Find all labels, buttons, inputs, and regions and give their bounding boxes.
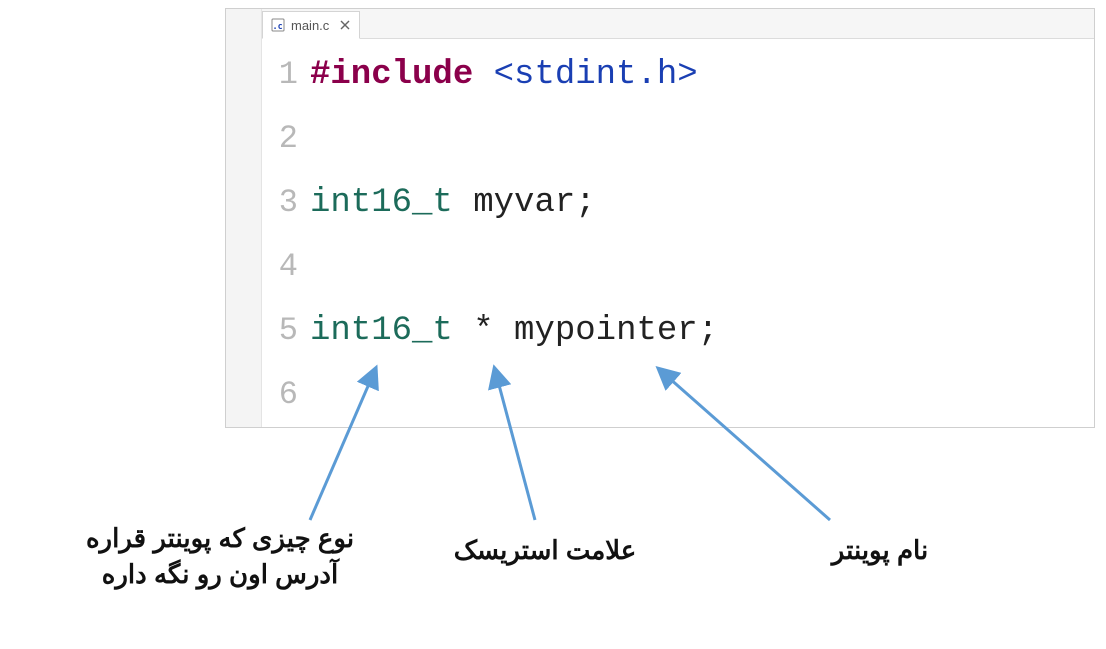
tab-main-c[interactable]: .c main.c	[262, 11, 360, 39]
code-token: <stdint.h>	[494, 56, 698, 94]
line-number: 1	[262, 43, 310, 107]
c-file-icon: .c	[271, 18, 285, 32]
line-number: 2	[262, 107, 310, 171]
code-token	[473, 56, 493, 94]
code-token: myvar	[473, 184, 575, 222]
code-token	[494, 312, 514, 350]
code-token: int16_t	[310, 312, 453, 350]
annotation-label-type: نوع چیزی که پوینتر قراره آدرس اون رو نگه…	[70, 520, 370, 593]
code-token	[453, 312, 473, 350]
code-token: *	[473, 312, 493, 350]
code-content: int16_t * mypointer;	[310, 299, 718, 363]
code-row: 4	[262, 235, 1094, 299]
code-row: 6	[262, 363, 1094, 427]
stage: .c main.c 1#include <stdint.h>23int16_t …	[0, 0, 1106, 649]
line-number: 6	[262, 363, 310, 427]
annotation-label-name: نام پوینتر	[790, 532, 970, 568]
annotation-label-asterisk: علامت استریسک	[420, 532, 670, 568]
code-row: 3int16_t myvar;	[262, 171, 1094, 235]
code-row: 2	[262, 107, 1094, 171]
code-token: #include	[310, 56, 473, 94]
line-number: 5	[262, 299, 310, 363]
close-icon[interactable]	[339, 19, 351, 31]
code-token: ;	[575, 184, 595, 222]
code-token: mypointer	[514, 312, 698, 350]
code-token: ;	[698, 312, 718, 350]
svg-text:.c: .c	[273, 22, 283, 32]
code-row: 5int16_t * mypointer;	[262, 299, 1094, 363]
code-token	[453, 184, 473, 222]
left-gutter	[226, 9, 262, 427]
code-content: #include <stdint.h>	[310, 43, 698, 107]
line-number: 4	[262, 235, 310, 299]
code-lines: 1#include <stdint.h>23int16_t myvar;45in…	[262, 39, 1094, 427]
code-token: int16_t	[310, 184, 453, 222]
code-content: int16_t myvar;	[310, 171, 596, 235]
tab-filename: main.c	[291, 18, 329, 33]
tab-bar: .c main.c	[262, 9, 1094, 39]
line-number: 3	[262, 171, 310, 235]
code-row: 1#include <stdint.h>	[262, 43, 1094, 107]
editor-window: .c main.c 1#include <stdint.h>23int16_t …	[225, 8, 1095, 428]
code-area[interactable]: 1#include <stdint.h>23int16_t myvar;45in…	[262, 39, 1094, 427]
